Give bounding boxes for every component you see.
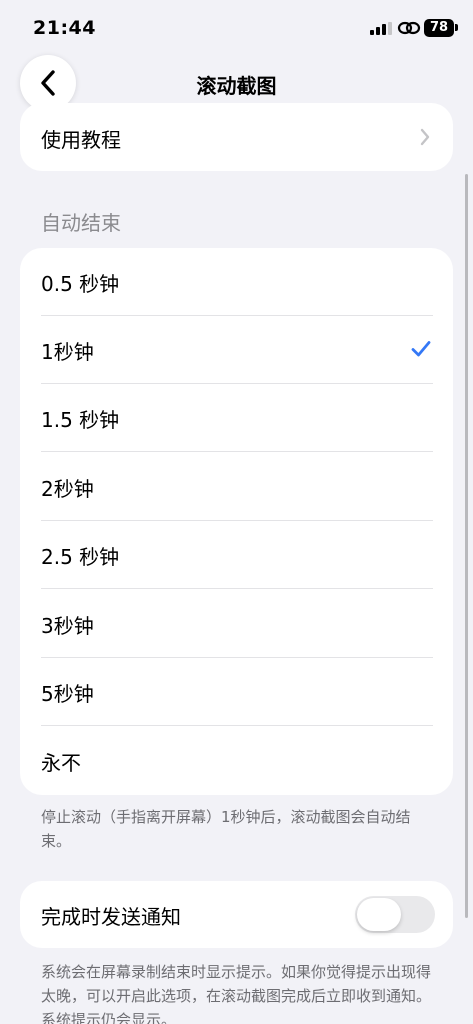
- option-label: 1.5 秒钟: [41, 408, 120, 432]
- divider: [41, 588, 433, 589]
- auto-end-footnote: 停止滚动（手指离开屏幕）1秒钟后，滚动截图会自动结束。: [41, 808, 411, 850]
- option-label: 0.5 秒钟: [41, 272, 120, 296]
- option-label: 永不: [41, 751, 81, 775]
- option-2-seconds[interactable]: 2秒钟: [20, 453, 453, 521]
- tutorial-row[interactable]: 使用教程: [20, 103, 453, 171]
- option-label: 2秒钟: [41, 477, 94, 501]
- link-icon: [397, 21, 421, 35]
- divider: [41, 451, 433, 452]
- checkmark-icon: [411, 341, 431, 357]
- option-1-second[interactable]: 1秒钟: [20, 316, 453, 384]
- page-title: 滚动截图: [196, 74, 277, 98]
- tutorial-label: 使用教程: [41, 128, 121, 152]
- toggle-knob: [357, 898, 401, 931]
- option-3-seconds[interactable]: 3秒钟: [20, 590, 453, 658]
- option-0-5-seconds[interactable]: 0.5 秒钟: [20, 248, 453, 316]
- status-bar: 21:44 78: [0, 0, 473, 56]
- section-header-auto-end: 自动结束: [41, 211, 121, 235]
- divider: [41, 725, 433, 726]
- battery-tip: [455, 24, 458, 31]
- status-time: 21:44: [33, 17, 96, 39]
- signal-icon: [370, 22, 392, 35]
- chevron-right-icon: [420, 128, 430, 146]
- notify-label: 完成时发送通知: [41, 905, 181, 929]
- option-5-seconds[interactable]: 5秒钟: [20, 658, 453, 726]
- scrollbar[interactable]: [465, 174, 468, 918]
- option-2-5-seconds[interactable]: 2.5 秒钟: [20, 521, 453, 589]
- option-label: 2.5 秒钟: [41, 545, 120, 569]
- notify-footnote: 系统会在屏幕录制结束时显示提示。如果你觉得提示出现得太晚，可以开启此选项，在滚动…: [41, 963, 432, 1024]
- notify-toggle[interactable]: [355, 896, 435, 933]
- auto-end-options: 0.5 秒钟 1秒钟 1.5 秒钟 2秒钟 2.5 秒钟 3秒钟 5秒钟 永不: [20, 248, 453, 795]
- option-1-5-seconds[interactable]: 1.5 秒钟: [20, 384, 453, 452]
- notify-row: 完成时发送通知: [20, 881, 453, 948]
- option-never[interactable]: 永不: [20, 727, 453, 795]
- battery-icon: 78: [424, 19, 454, 37]
- option-label: 5秒钟: [41, 682, 94, 706]
- option-label: 3秒钟: [41, 614, 94, 638]
- option-label: 1秒钟: [41, 340, 94, 364]
